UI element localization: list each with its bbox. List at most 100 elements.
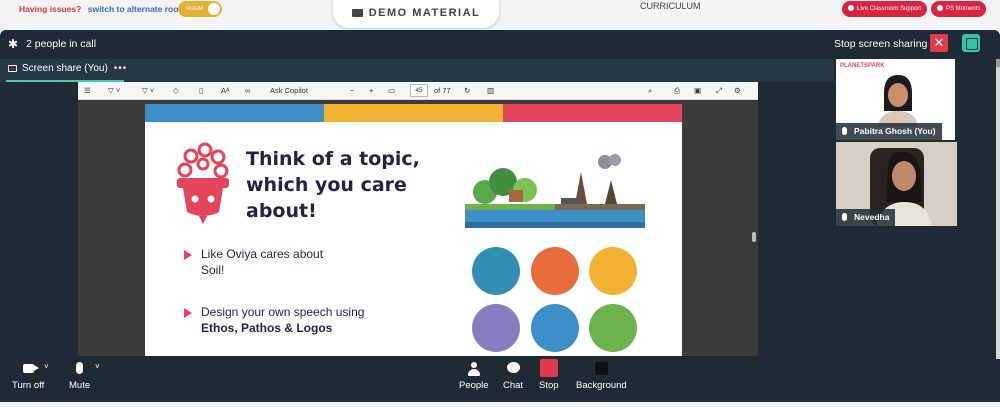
fullscreen-icon[interactable]: ⤢ [716,86,722,96]
gear-icon[interactable]: ✱ [8,38,20,50]
alternate-room-link[interactable]: switch to alternate room [88,4,186,14]
people-icon [459,362,489,376]
scrollbar-thumb[interactable] [996,59,1000,67]
draw-icon[interactable]: ▽ ˅ [142,86,154,95]
stop-label: Stop [539,380,559,391]
mic-button[interactable]: Mute [69,362,90,391]
shared-screen: ☰ ▽ ˅ ▽ ˅ ◇ ▯ Aᴬ ∞ Ask Copilot − + ▭ 45 … [78,82,758,356]
search-icon[interactable]: ⌕ [648,86,652,96]
camera-button[interactable]: Turn off [12,362,44,391]
mic-muted-icon [842,213,847,221]
pdf-toolbar: ☰ ▽ ˅ ▽ ˅ ◇ ▯ Aᴬ ∞ Ask Copilot − + ▭ 45 … [78,82,758,100]
planetspark-logo: PLANETSPARK [840,63,885,69]
settings-icon[interactable]: ⚙ [734,86,741,95]
live-support-button[interactable]: Live Classroom Support [842,1,928,17]
bottom-strip [0,402,1000,407]
folder-icon [351,9,363,17]
share-tab[interactable]: Screen share (You) ••• [8,63,127,74]
ask-copilot-button[interactable]: Ask Copilot [270,86,308,95]
stop-sharing-button[interactable]: ✕ [930,34,948,52]
bullet-2-line-1: Design your own speech using [201,305,365,319]
contents-icon[interactable]: ☰ [84,86,91,95]
room-toggle-label: ROOM [186,6,204,12]
share-tab-label: Screen share (You) [22,63,108,74]
chat-button[interactable]: Chat [503,362,523,391]
demo-material-tab[interactable]: DEMO MATERIAL [333,0,499,28]
fit-page-icon[interactable]: ▭ [388,86,395,95]
pollution-car-icon [472,247,520,295]
chevron-down-icon[interactable]: ˅ [44,362,49,371]
participant-name-label: Nevedha [836,209,896,226]
moments-icon [937,5,943,11]
bullet-2-line-2: Ethos, Pathos & Logos [201,321,333,335]
room-toggle[interactable]: ROOM [178,1,222,17]
people-label: People [459,380,489,391]
headline-line-1: Think of a topic, [246,148,420,170]
oil-rig-icon [589,247,637,295]
headline-line-3: about! [246,200,317,222]
microphone-icon [69,362,90,376]
issues-text: Having issues? [19,4,82,14]
participant-name: Pabitra Ghosh (You) [854,126,936,136]
top-banner: Having issues? switch to alternate room … [0,0,1000,30]
camera-label: Turn off [12,380,45,391]
mascot-illustration [177,142,229,224]
slide-headline: Think of a topic, which you care about! [246,146,446,224]
participant-tile-nevedha[interactable]: Nevedha [836,142,957,226]
toggle-knob [208,3,220,15]
stop-share-button[interactable]: Stop [539,359,559,391]
demo-material-label: DEMO MATERIAL [368,7,481,19]
bullet-arrow-icon [184,308,192,318]
read-aloud-icon[interactable]: Aᴬ [221,86,229,95]
more-options-icon[interactable]: ••• [114,63,128,74]
view-icon[interactable]: ▯ [199,86,203,95]
participant-name: Nevedha [854,212,890,222]
mic-icon [842,127,847,135]
background-button[interactable]: Background [576,362,627,391]
participant-video [878,75,918,127]
save-icon[interactable]: ▣ [694,86,701,95]
chat-icon [503,362,523,376]
close-icon: ✕ [933,35,945,50]
stop-share-icon [539,359,559,377]
stop-screen-sharing-label: Stop screen sharing [834,38,928,50]
highlight-icon[interactable]: ▽ ˅ [108,86,120,95]
right-scrollbar[interactable] [996,59,1000,359]
participant-tile-self[interactable]: PLANETSPARK Pabitra Ghosh (You) [836,59,955,140]
pdf-page: Think of a topic, which you care about! … [145,104,682,356]
rotate-icon[interactable]: ↻ [464,86,470,95]
issues-notice: Having issues? switch to alternate room [19,4,186,14]
plastic-waste-icon [531,304,579,352]
factory-icon [472,304,520,352]
page-number-input[interactable]: 45 [410,84,428,97]
background-icon [576,362,627,376]
color-band-yellow [324,104,503,122]
chevron-down-icon[interactable]: ˅ [95,362,100,371]
bullet-arrow-icon [184,250,192,260]
curriculum-link[interactable]: CURRICULUM [640,1,701,11]
immersive-reader-icon[interactable]: ∞ [245,86,250,95]
pdf-scrollbar[interactable] [752,232,756,242]
chat-label: Chat [503,380,524,391]
support-icon [848,5,854,11]
color-band-pink [503,104,682,122]
share-tab-bar: Screen share (You) ••• [0,59,834,82]
bullet-1-line-1: Like Oviya cares about [201,247,324,261]
background-label: Background [576,380,627,391]
landscape-icon [589,304,637,352]
participant-name-label: Pabitra Ghosh (You) [836,123,942,140]
meeting-window: ✱ 2 people in call Stop screen sharing ✕… [0,30,1000,402]
environment-scene-illustration [465,154,645,228]
bullet-1-line-2: Soil! [201,263,225,277]
people-button[interactable]: People [459,362,489,391]
total-pages: of 77 [434,86,451,95]
ps-moments-button[interactable]: PS Moments [931,1,987,17]
screen-share-icon[interactable] [962,34,980,52]
headline-line-2: which you care [246,174,407,196]
color-band-blue [145,104,324,122]
zoom-in-icon[interactable]: + [369,86,373,95]
print-icon[interactable]: ⎙ [674,86,680,96]
zoom-out-icon[interactable]: − [350,86,354,95]
eraser-icon[interactable]: ◇ [173,86,179,95]
page-view-icon[interactable]: ▥ [487,86,494,95]
